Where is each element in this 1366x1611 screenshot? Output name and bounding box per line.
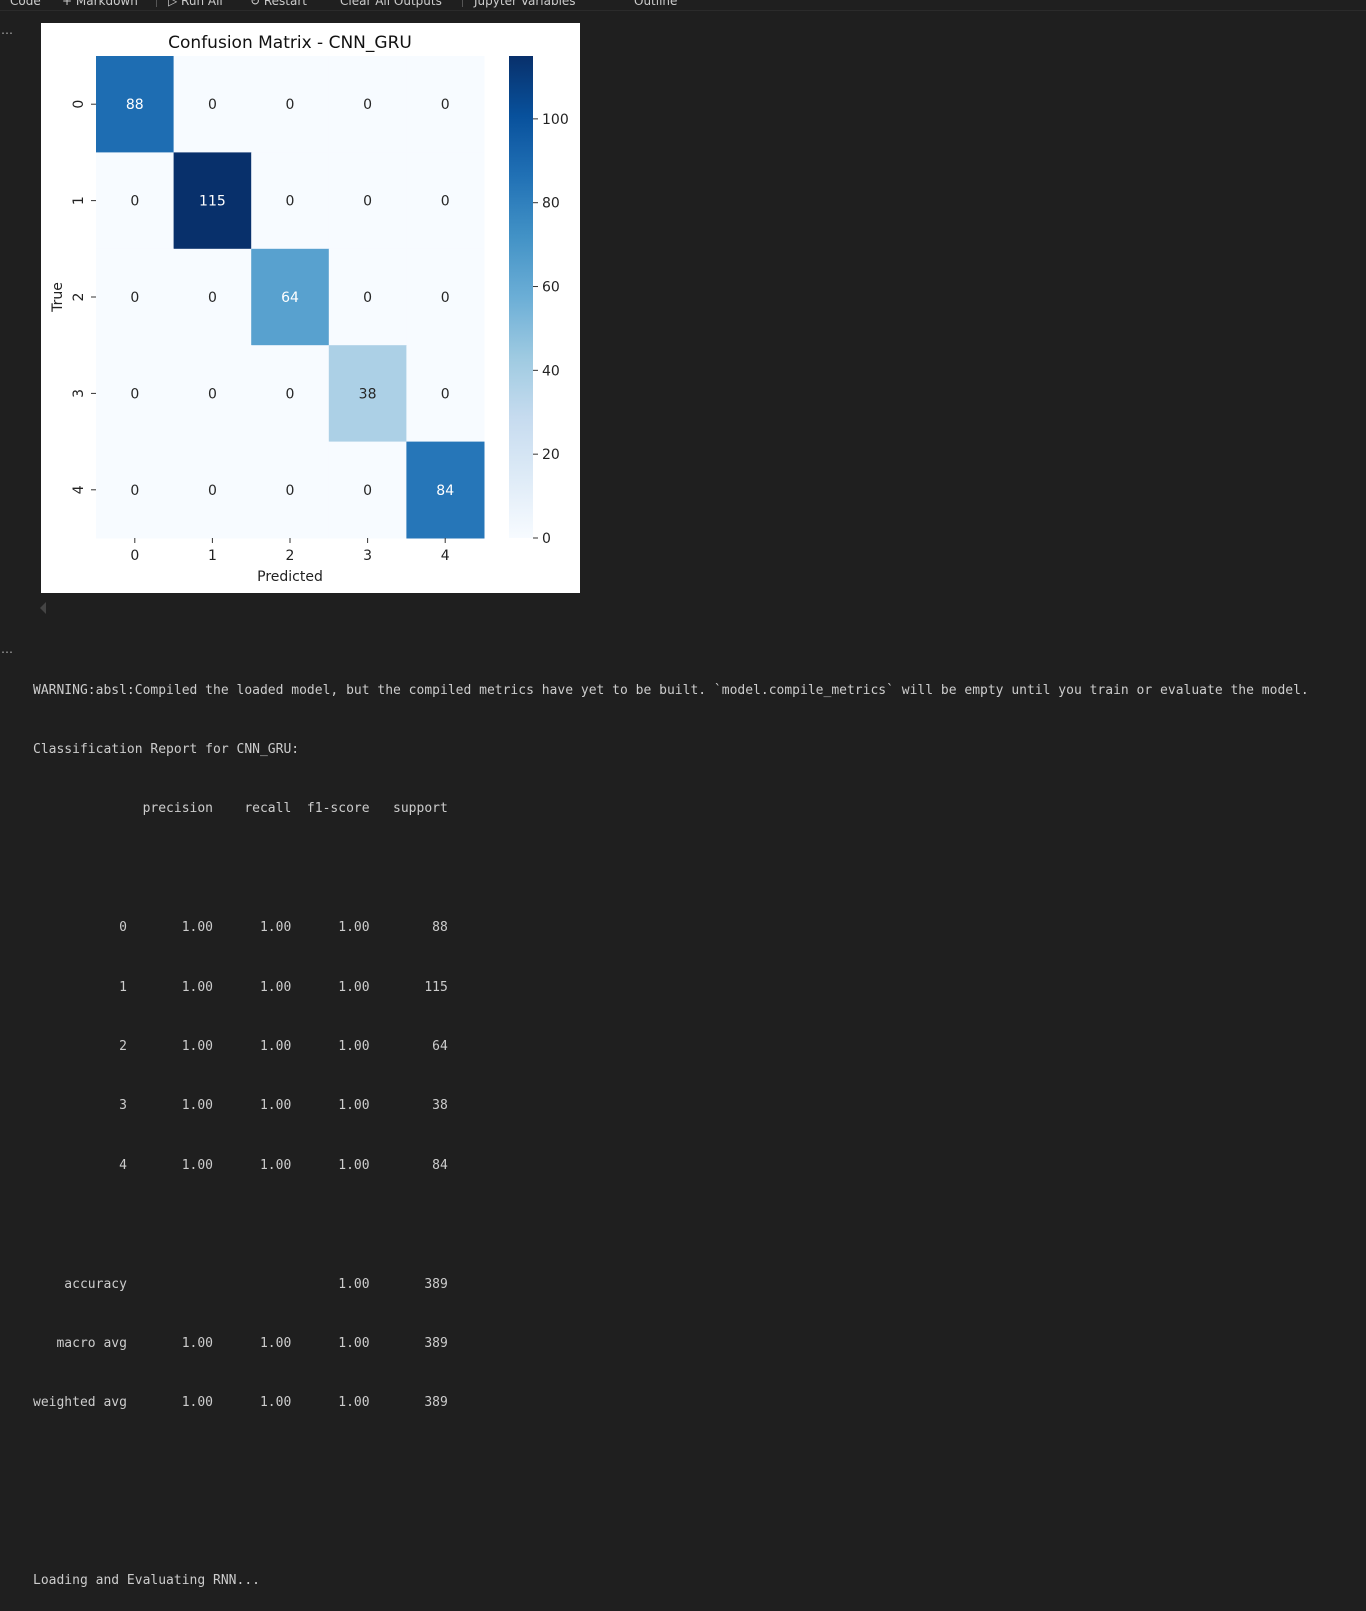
confusion-matrix-figure: Confusion Matrix - CNN_GRU 88 0 0 0 0 0 115 0 0 0 0… xyxy=(41,23,580,593)
cell-value-label: 0 xyxy=(441,97,450,113)
cell-value-label: 0 xyxy=(286,97,295,113)
y-tick-label: 0 xyxy=(71,100,87,109)
cell-output-text: WARNING:absl:Compiled the loaded model, … xyxy=(33,641,1309,1611)
cell-value-label: 0 xyxy=(130,290,139,306)
colorbar-tick-label: 80 xyxy=(542,196,560,212)
loading-line: Loading and Evaluating RNN... xyxy=(33,1573,260,1589)
x-tick-label: 3 xyxy=(363,548,372,564)
cell-value-label: 38 xyxy=(359,386,377,402)
report-row: 4 1.00 1.00 1.00 84 xyxy=(33,1157,448,1173)
toolbar-restart-button[interactable]: ↻ Restart xyxy=(250,0,307,10)
toolbar-run-all-button[interactable]: ▷ Run All xyxy=(168,0,223,10)
report-title: Classification Report for CNN_GRU: xyxy=(33,741,300,757)
notebook-toolbar: Code + Markdown ▷ Run All ↻ Restart Clea… xyxy=(0,0,1366,11)
x-tick-label: 1 xyxy=(208,548,217,564)
cell-value-label: 0 xyxy=(441,386,450,402)
report-macro-avg-row: macro avg 1.00 1.00 1.00 389 xyxy=(33,1335,448,1351)
cell-value-label: 64 xyxy=(281,290,299,306)
cell-value-label: 0 xyxy=(363,194,372,210)
y-tick-label: 2 xyxy=(71,293,87,302)
report-accuracy-row: accuracy 1.00 389 xyxy=(33,1276,448,1292)
report-header: precision recall f1-score support xyxy=(33,801,448,817)
cell-value-label: 0 xyxy=(286,386,295,402)
toolbar-code-button[interactable]: Code xyxy=(10,0,41,10)
report-row: 1 1.00 1.00 1.00 115 xyxy=(33,979,448,995)
colorbar-tick-label: 40 xyxy=(542,363,560,379)
cell-value-label: 0 xyxy=(286,194,295,210)
colorbar-tick-label: 20 xyxy=(542,447,560,463)
cell-value-label: 0 xyxy=(363,483,372,499)
colorbar-tick-label: 0 xyxy=(542,531,551,547)
x-tick-label: 4 xyxy=(441,548,450,564)
x-tick-label: 0 xyxy=(130,548,139,564)
cell-value-label: 0 xyxy=(208,483,217,499)
cell-value-label: 115 xyxy=(199,194,226,210)
x-axis-label: Predicted xyxy=(257,569,323,585)
warning-line: WARNING:absl:Compiled the loaded model, … xyxy=(33,682,1309,698)
colorbar-tick-label: 100 xyxy=(542,112,569,128)
cell-value-label: 0 xyxy=(208,386,217,402)
toolbar-clear-outputs-button[interactable]: Clear All Outputs xyxy=(340,0,442,10)
cell-value-label: 0 xyxy=(286,483,295,499)
colorbar-tick-label: 60 xyxy=(542,280,560,296)
cell-value-label: 0 xyxy=(208,97,217,113)
toolbar-separator xyxy=(156,0,157,7)
y-tick-label: 1 xyxy=(71,196,87,205)
toolbar-separator xyxy=(462,0,463,7)
scroll-left-arrow-icon[interactable] xyxy=(40,602,46,614)
cell-value-label: 84 xyxy=(436,483,454,499)
cell-value-label: 0 xyxy=(441,290,450,306)
cell-value-label: 0 xyxy=(441,194,450,210)
colorbar xyxy=(509,56,533,538)
report-row: 2 1.00 1.00 1.00 64 xyxy=(33,1038,448,1054)
chart-title: Confusion Matrix - CNN_GRU xyxy=(168,33,412,53)
output-menu-icon[interactable]: … xyxy=(0,643,14,655)
report-weighted-avg-row: weighted avg 1.00 1.00 1.00 389 xyxy=(33,1395,448,1411)
y-tick-label: 3 xyxy=(71,389,87,398)
x-tick-label: 2 xyxy=(286,548,295,564)
report-row: 3 1.00 1.00 1.00 38 xyxy=(33,1098,448,1114)
output-menu-icon[interactable]: … xyxy=(0,24,14,36)
cell-value-label: 88 xyxy=(126,97,144,113)
heatmap-chart: Confusion Matrix - CNN_GRU 88 0 0 0 0 0 115 0 0 0 0… xyxy=(50,33,569,585)
cell-value-label: 0 xyxy=(130,483,139,499)
toolbar-outline-button[interactable]: Outline xyxy=(634,0,677,10)
cell-value-label: 0 xyxy=(130,386,139,402)
cell-value-label: 0 xyxy=(208,290,217,306)
toolbar-variables-button[interactable]: Jupyter Variables xyxy=(474,0,576,10)
cell-value-label: 0 xyxy=(363,97,372,113)
cell-value-label: 0 xyxy=(363,290,372,306)
y-tick-label: 4 xyxy=(71,485,87,494)
toolbar-markdown-button[interactable]: + Markdown xyxy=(62,0,138,10)
report-row: 0 1.00 1.00 1.00 88 xyxy=(33,920,448,936)
cell-value-label: 0 xyxy=(130,194,139,210)
y-axis-label: True xyxy=(50,282,66,313)
